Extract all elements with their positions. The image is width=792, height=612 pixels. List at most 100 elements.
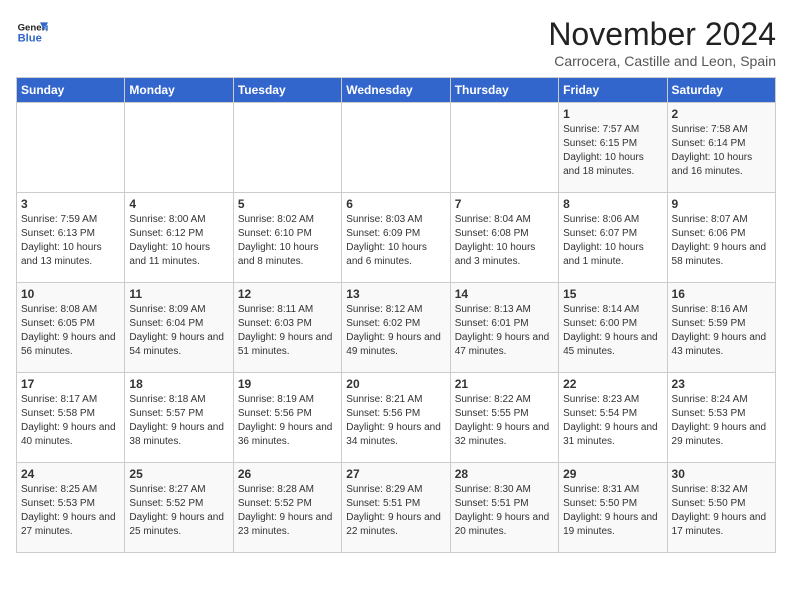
weekday-header-sunday: Sunday: [17, 78, 125, 103]
logo: General Blue: [16, 16, 48, 48]
calendar-cell: 9 Sunrise: 8:07 AM Sunset: 6:06 PM Daylig…: [667, 193, 775, 283]
calendar-table: SundayMondayTuesdayWednesdayThursdayFrid…: [16, 77, 776, 553]
calendar-cell: 14 Sunrise: 8:13 AM Sunset: 6:01 PM Dayli…: [450, 283, 558, 373]
calendar-cell: 18 Sunrise: 8:18 AM Sunset: 5:57 PM Dayli…: [125, 373, 233, 463]
calendar-cell: 4 Sunrise: 8:00 AM Sunset: 6:12 PM Daylig…: [125, 193, 233, 283]
day-info: Sunrise: 8:28 AM Sunset: 5:52 PM Dayligh…: [238, 483, 337, 539]
location-title: Carrocera, Castille and Leon, Spain: [548, 53, 776, 69]
weekday-header-friday: Friday: [559, 78, 667, 103]
header: General Blue November 2024 Carrocera, Ca…: [16, 16, 776, 69]
calendar-cell: 26 Sunrise: 8:28 AM Sunset: 5:52 PM Dayli…: [233, 463, 341, 553]
day-number: 23: [672, 377, 771, 391]
calendar-cell: 21 Sunrise: 8:22 AM Sunset: 5:55 PM Dayli…: [450, 373, 558, 463]
day-info: Sunrise: 8:11 AM Sunset: 6:03 PM Dayligh…: [238, 303, 337, 359]
day-info: Sunrise: 8:22 AM Sunset: 5:55 PM Dayligh…: [455, 393, 554, 449]
day-number: 20: [346, 377, 445, 391]
calendar-cell: [342, 103, 450, 193]
day-number: 22: [563, 377, 662, 391]
day-info: Sunrise: 8:00 AM Sunset: 6:12 PM Dayligh…: [129, 213, 228, 269]
day-info: Sunrise: 8:14 AM Sunset: 6:00 PM Dayligh…: [563, 303, 662, 359]
calendar-cell: [450, 103, 558, 193]
day-number: 5: [238, 197, 337, 211]
calendar-cell: 12 Sunrise: 8:11 AM Sunset: 6:03 PM Dayli…: [233, 283, 341, 373]
calendar-cell: 23 Sunrise: 8:24 AM Sunset: 5:53 PM Dayli…: [667, 373, 775, 463]
calendar-cell: [17, 103, 125, 193]
calendar-week-4: 17Sunrise: 8:17 AM Sunset: 5:58 PM Dayli…: [17, 373, 776, 463]
day-info: Sunrise: 8:07 AM Sunset: 6:06 PM Dayligh…: [672, 213, 771, 269]
day-info: Sunrise: 8:17 AM Sunset: 5:58 PM Dayligh…: [21, 393, 120, 449]
day-number: 2: [672, 107, 771, 121]
calendar-cell: 13Sunrise: 8:12 AM Sunset: 6:02 PM Dayli…: [342, 283, 450, 373]
day-number: 6: [346, 197, 445, 211]
day-number: 18: [129, 377, 228, 391]
calendar-cell: 28Sunrise: 8:30 AM Sunset: 5:51 PM Dayli…: [450, 463, 558, 553]
calendar-week-5: 24 Sunrise: 8:25 AM Sunset: 5:53 PM Dayli…: [17, 463, 776, 553]
day-info: Sunrise: 8:16 AM Sunset: 5:59 PM Dayligh…: [672, 303, 771, 359]
calendar-cell: 1 Sunrise: 7:57 AM Sunset: 6:15 PM Daylig…: [559, 103, 667, 193]
day-number: 26: [238, 467, 337, 481]
day-number: 8: [563, 197, 662, 211]
day-info: Sunrise: 8:25 AM Sunset: 5:53 PM Dayligh…: [21, 483, 120, 539]
day-number: 21: [455, 377, 554, 391]
day-info: Sunrise: 8:21 AM Sunset: 5:56 PM Dayligh…: [346, 393, 445, 449]
calendar-cell: 16 Sunrise: 8:16 AM Sunset: 5:59 PM Dayli…: [667, 283, 775, 373]
day-number: 24: [21, 467, 120, 481]
day-info: Sunrise: 8:24 AM Sunset: 5:53 PM Dayligh…: [672, 393, 771, 449]
day-info: Sunrise: 8:27 AM Sunset: 5:52 PM Dayligh…: [129, 483, 228, 539]
calendar-week-1: 1 Sunrise: 7:57 AM Sunset: 6:15 PM Daylig…: [17, 103, 776, 193]
calendar-body: 1 Sunrise: 7:57 AM Sunset: 6:15 PM Daylig…: [17, 103, 776, 553]
day-number: 30: [672, 467, 771, 481]
day-info: Sunrise: 8:02 AM Sunset: 6:10 PM Dayligh…: [238, 213, 337, 269]
day-number: 11: [129, 287, 228, 301]
calendar-cell: 6 Sunrise: 8:03 AM Sunset: 6:09 PM Daylig…: [342, 193, 450, 283]
weekday-header-wednesday: Wednesday: [342, 78, 450, 103]
calendar-cell: 2Sunrise: 7:58 AM Sunset: 6:14 PM Daylig…: [667, 103, 775, 193]
calendar-cell: 20 Sunrise: 8:21 AM Sunset: 5:56 PM Dayli…: [342, 373, 450, 463]
day-info: Sunrise: 8:23 AM Sunset: 5:54 PM Dayligh…: [563, 393, 662, 449]
day-info: Sunrise: 8:32 AM Sunset: 5:50 PM Dayligh…: [672, 483, 771, 539]
calendar-cell: 5 Sunrise: 8:02 AM Sunset: 6:10 PM Daylig…: [233, 193, 341, 283]
calendar-cell: [125, 103, 233, 193]
logo-icon: General Blue: [16, 16, 48, 48]
day-number: 7: [455, 197, 554, 211]
calendar-week-3: 10 Sunrise: 8:08 AM Sunset: 6:05 PM Dayli…: [17, 283, 776, 373]
day-number: 28: [455, 467, 554, 481]
day-number: 12: [238, 287, 337, 301]
calendar-cell: 29 Sunrise: 8:31 AM Sunset: 5:50 PM Dayli…: [559, 463, 667, 553]
svg-text:Blue: Blue: [18, 33, 42, 45]
calendar-cell: 11 Sunrise: 8:09 AM Sunset: 6:04 PM Dayli…: [125, 283, 233, 373]
weekday-header-tuesday: Tuesday: [233, 78, 341, 103]
calendar-cell: 19 Sunrise: 8:19 AM Sunset: 5:56 PM Dayli…: [233, 373, 341, 463]
day-number: 15: [563, 287, 662, 301]
day-info: Sunrise: 8:09 AM Sunset: 6:04 PM Dayligh…: [129, 303, 228, 359]
day-number: 10: [21, 287, 120, 301]
day-info: Sunrise: 8:13 AM Sunset: 6:01 PM Dayligh…: [455, 303, 554, 359]
day-number: 27: [346, 467, 445, 481]
title-block: November 2024 Carrocera, Castille and Le…: [548, 16, 776, 69]
day-info: Sunrise: 8:18 AM Sunset: 5:57 PM Dayligh…: [129, 393, 228, 449]
day-number: 13: [346, 287, 445, 301]
calendar-cell: 25 Sunrise: 8:27 AM Sunset: 5:52 PM Dayli…: [125, 463, 233, 553]
day-number: 9: [672, 197, 771, 211]
day-number: 4: [129, 197, 228, 211]
calendar-cell: 27Sunrise: 8:29 AM Sunset: 5:51 PM Dayli…: [342, 463, 450, 553]
day-number: 25: [129, 467, 228, 481]
day-number: 29: [563, 467, 662, 481]
day-number: 16: [672, 287, 771, 301]
day-number: 14: [455, 287, 554, 301]
calendar-week-2: 3Sunrise: 7:59 AM Sunset: 6:13 PM Daylig…: [17, 193, 776, 283]
calendar-cell: 30 Sunrise: 8:32 AM Sunset: 5:50 PM Dayli…: [667, 463, 775, 553]
day-info: Sunrise: 8:31 AM Sunset: 5:50 PM Dayligh…: [563, 483, 662, 539]
day-info: Sunrise: 8:03 AM Sunset: 6:09 PM Dayligh…: [346, 213, 445, 269]
day-number: 19: [238, 377, 337, 391]
day-number: 1: [563, 107, 662, 121]
weekday-header-thursday: Thursday: [450, 78, 558, 103]
day-info: Sunrise: 8:19 AM Sunset: 5:56 PM Dayligh…: [238, 393, 337, 449]
day-info: Sunrise: 7:57 AM Sunset: 6:15 PM Dayligh…: [563, 123, 662, 179]
day-info: Sunrise: 8:08 AM Sunset: 6:05 PM Dayligh…: [21, 303, 120, 359]
month-title: November 2024: [548, 16, 776, 53]
calendar-cell: 8Sunrise: 8:06 AM Sunset: 6:07 PM Daylig…: [559, 193, 667, 283]
day-info: Sunrise: 8:04 AM Sunset: 6:08 PM Dayligh…: [455, 213, 554, 269]
calendar-cell: 15 Sunrise: 8:14 AM Sunset: 6:00 PM Dayli…: [559, 283, 667, 373]
calendar-cell: 7 Sunrise: 8:04 AM Sunset: 6:08 PM Daylig…: [450, 193, 558, 283]
